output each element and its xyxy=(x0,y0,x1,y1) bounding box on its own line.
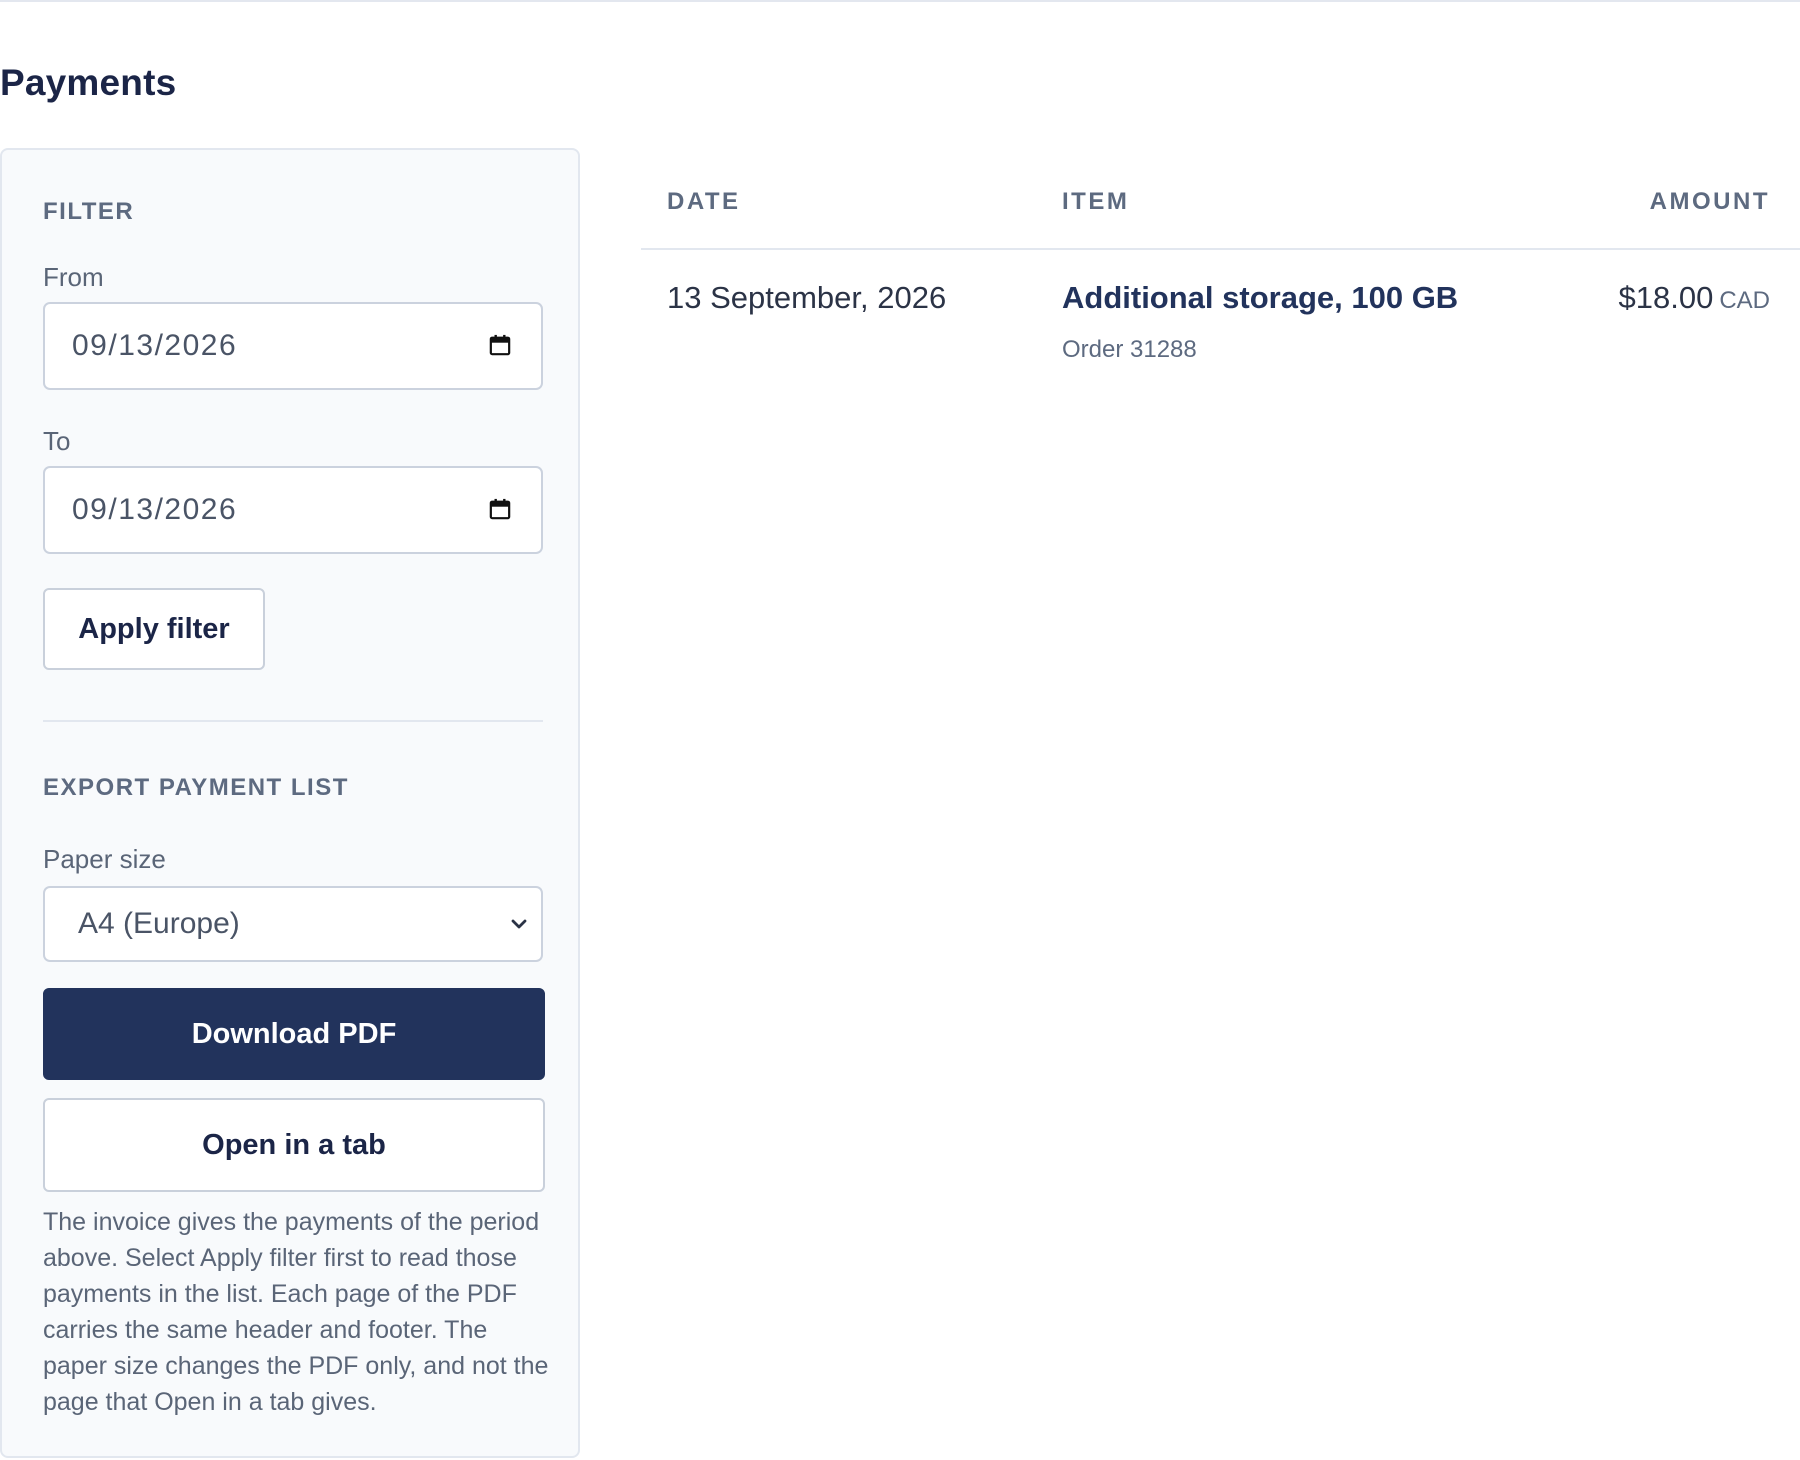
payment-order-number: Order 31288 xyxy=(1062,336,1197,363)
chevron-down-icon xyxy=(511,919,527,929)
export-help-text: The invoice gives the payments of the pe… xyxy=(43,1208,549,1416)
payment-date: 13 September, 2026 xyxy=(667,280,947,315)
from-label: From xyxy=(43,262,104,292)
section-divider xyxy=(43,720,543,722)
apply-filter-button[interactable]: Apply filter xyxy=(43,588,265,670)
to-date-value: 09/13/2026 xyxy=(72,493,238,526)
paper-size-label: Paper size xyxy=(43,844,166,874)
paper-size-value: A4 (Europe) xyxy=(78,907,240,940)
payment-amount-value: $18.00 xyxy=(1618,280,1714,315)
top-divider xyxy=(0,0,1800,2)
open-in-tab-button[interactable]: Open in a tab xyxy=(43,1098,545,1192)
payments-table: DATE ITEM AMOUNT 13 September, 2026 Addi… xyxy=(641,148,1800,400)
paper-size-select[interactable]: A4 (Europe) xyxy=(43,886,543,962)
payment-amount: $18.00 CAD xyxy=(1619,280,1771,316)
column-header-date: DATE xyxy=(667,188,741,215)
from-date-input[interactable]: 09/13/2026 xyxy=(43,302,543,390)
calendar-icon[interactable] xyxy=(489,334,511,356)
filter-heading: FILTER xyxy=(43,198,135,225)
table-header: DATE ITEM AMOUNT xyxy=(641,148,1800,250)
from-date-value: 09/13/2026 xyxy=(72,329,238,362)
filter-panel: FILTER From 09/13/2026 To 09/13/2026 App… xyxy=(0,148,580,1458)
export-heading: EXPORT PAYMENT LIST xyxy=(43,774,349,801)
column-header-item: ITEM xyxy=(1062,188,1130,215)
to-date-input[interactable]: 09/13/2026 xyxy=(43,466,543,554)
to-label: To xyxy=(43,426,71,456)
payment-item: Additional storage, 100 GB xyxy=(1062,280,1459,315)
page-title: Payments xyxy=(0,62,177,103)
table-row: 13 September, 2026 Additional storage, 1… xyxy=(641,250,1800,400)
column-header-amount: AMOUNT xyxy=(1649,188,1770,215)
payment-currency: CAD xyxy=(1719,287,1770,314)
calendar-icon[interactable] xyxy=(489,498,511,520)
download-pdf-button[interactable]: Download PDF xyxy=(43,988,545,1080)
